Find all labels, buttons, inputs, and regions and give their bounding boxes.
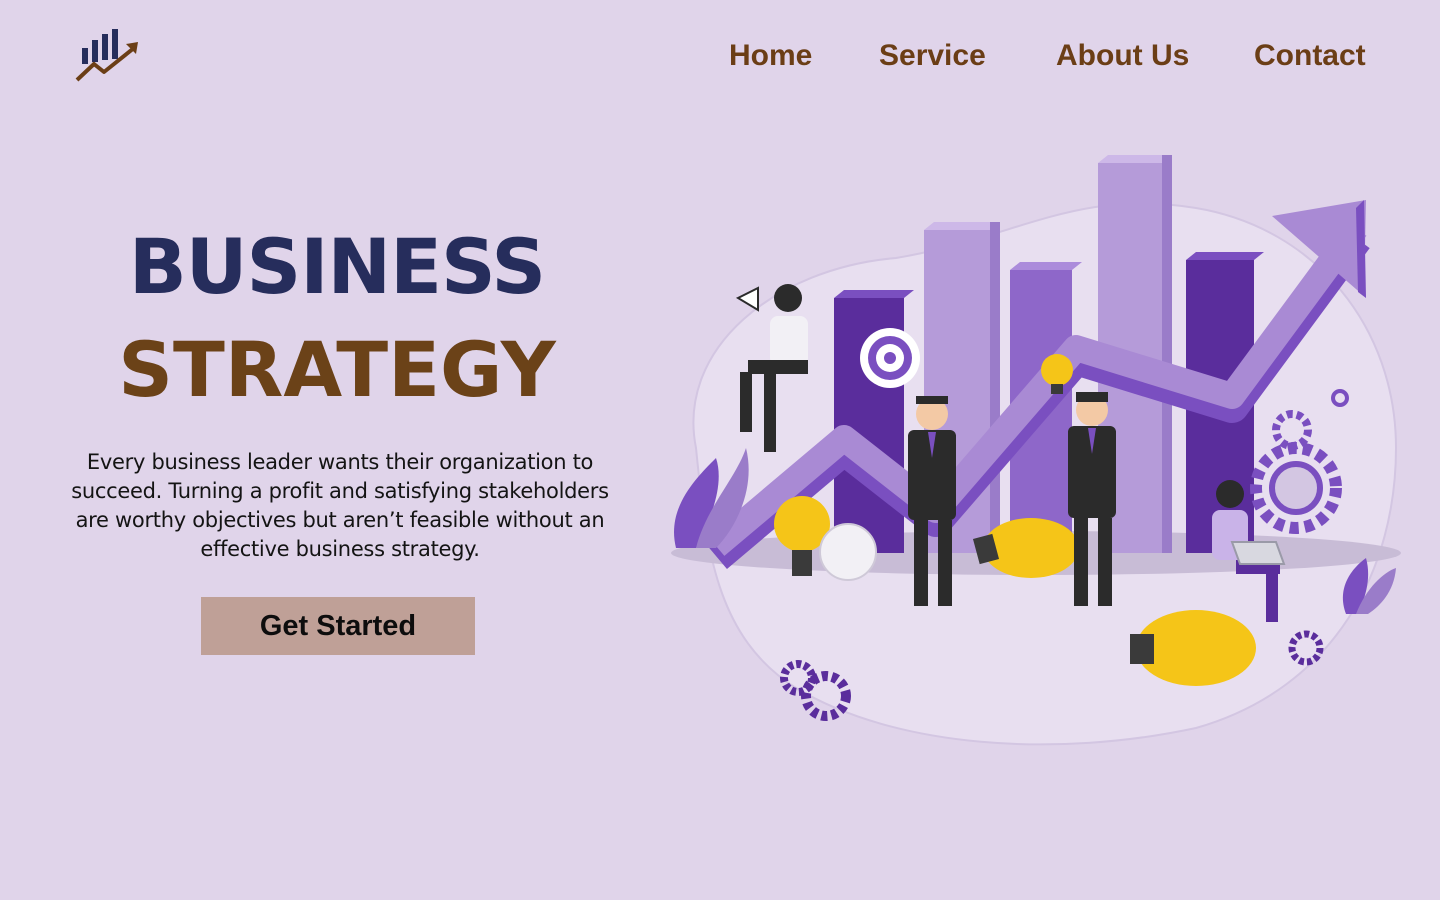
hero-title-line1: BUSINESS [128,222,546,311]
light-bulb-2-icon [819,523,877,581]
nav-home-link[interactable]: Home [729,36,812,76]
main-nav: Home Service About Us Contact [0,36,1440,76]
hero-title-line2: STRATEGY [118,325,556,414]
nav-about-us-link[interactable]: About Us [1056,36,1189,76]
hero-description: Every business leader wants their organi… [71,450,609,561]
business-growth-illustration [671,155,1401,746]
nav-contact-link[interactable]: Contact [1254,36,1366,76]
get-started-button[interactable]: Get Started [201,597,475,655]
landing-page: { "header": { "logo_icon": "growth-chart… [0,0,1440,900]
target-icon [860,328,920,388]
nav-service-link[interactable]: Service [879,36,986,76]
